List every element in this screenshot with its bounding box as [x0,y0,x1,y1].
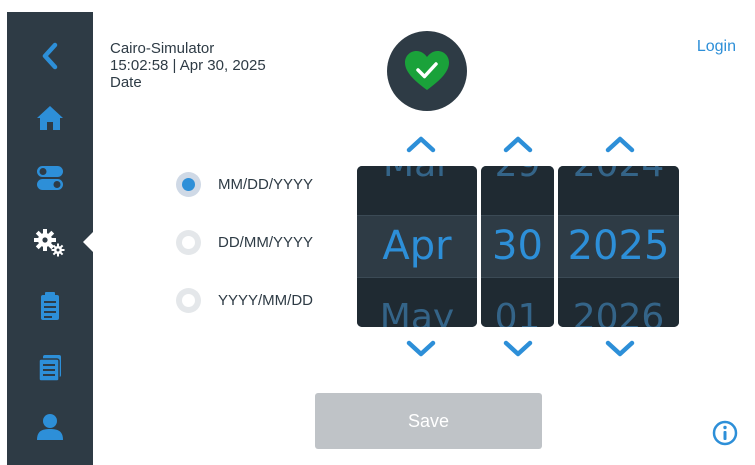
status-badge [387,31,467,111]
month-current: Apr [382,223,452,269]
radio-button[interactable] [176,172,201,197]
day-current: 30 [492,223,543,269]
year-next: 2026 [572,297,665,327]
user-icon [37,414,63,440]
back-button[interactable] [7,28,93,84]
login-link[interactable]: Login [697,38,736,56]
format-label: YYYY/MM/DD [218,292,314,309]
radio-button[interactable] [176,230,201,255]
format-option-mmddyyyy[interactable]: MM/DD/YYYY [176,172,313,197]
heart-check-icon [405,51,449,90]
day-prev: 29 [481,166,554,185]
top-strip [93,0,755,12]
sidebar-item-settings[interactable] [7,214,94,270]
chevron-left-icon [42,42,58,70]
gears-icon [34,229,65,257]
year-picker[interactable]: 2024 2025 2026 [558,166,679,327]
month-up-button[interactable] [405,134,437,154]
sidebar-item-user[interactable] [7,399,93,455]
month-down-button[interactable] [405,339,437,359]
sidebar-item-toggles[interactable] [7,150,93,206]
month-prev: Mar [357,166,477,185]
year-down-button[interactable] [604,339,636,359]
records-icon [38,355,61,382]
day-up-button[interactable] [502,134,534,154]
format-option-yyyymmdd[interactable]: YYYY/MM/DD [176,288,313,313]
home-icon [37,106,63,130]
toggle-icon [37,166,63,190]
current-datetime: 15:02:58 | Apr 30, 2025 [110,57,266,74]
clipboard-icon [41,292,59,320]
sidebar-item-home[interactable] [7,90,93,146]
info-icon[interactable] [712,420,738,446]
header: Cairo-Simulator 15:02:58 | Apr 30, 2025 … [110,40,266,91]
save-button[interactable]: Save [315,393,542,449]
sidebar-item-records[interactable] [7,340,93,396]
year-up-button[interactable] [604,134,636,154]
active-indicator [83,231,94,253]
year-prev: 2024 [558,166,679,185]
year-current: 2025 [567,223,670,269]
month-picker[interactable]: Mar Apr May [357,166,477,327]
format-option-ddmmyyyy[interactable]: DD/MM/YYYY [176,230,313,255]
month-next: May [379,297,455,327]
app-name: Cairo-Simulator [110,40,215,57]
page-title: Date [110,74,142,91]
radio-button[interactable] [176,288,201,313]
day-down-button[interactable] [502,339,534,359]
format-label: DD/MM/YYYY [218,234,314,251]
sidebar [7,12,94,465]
day-next: 01 [494,297,541,327]
day-picker[interactable]: 29 30 01 [481,166,554,327]
sidebar-item-clipboard[interactable] [7,278,93,334]
format-label: MM/DD/YYYY [218,176,314,193]
